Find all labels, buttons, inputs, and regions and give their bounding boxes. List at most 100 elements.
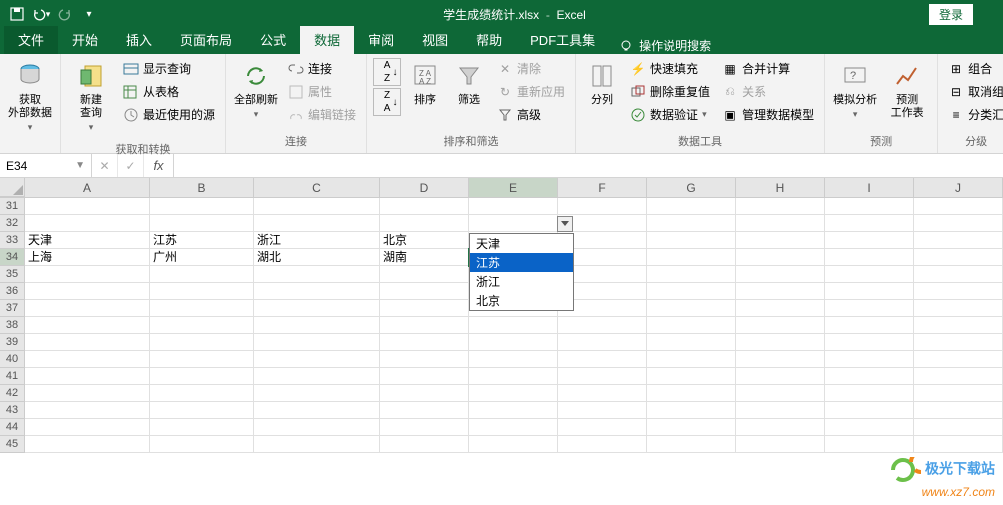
subtotal-button[interactable]: ≡分类汇 — [944, 104, 1003, 125]
cell[interactable] — [25, 266, 150, 283]
relationships-button[interactable]: ⎌关系 — [718, 81, 818, 102]
cell[interactable] — [558, 419, 647, 436]
cell[interactable] — [736, 368, 825, 385]
cell[interactable] — [647, 266, 736, 283]
cell[interactable] — [25, 198, 150, 215]
cell[interactable] — [558, 385, 647, 402]
forecast-sheet-button[interactable]: 预测 工作表 — [883, 58, 931, 122]
validation-dropdown-button[interactable] — [557, 216, 573, 232]
cell[interactable] — [254, 300, 380, 317]
cell[interactable] — [254, 198, 380, 215]
cell[interactable] — [825, 317, 914, 334]
cell[interactable] — [150, 283, 254, 300]
cell[interactable] — [825, 419, 914, 436]
cell[interactable] — [558, 317, 647, 334]
row-header[interactable]: 45 — [0, 436, 25, 453]
cell[interactable] — [647, 351, 736, 368]
validation-dropdown-list[interactable]: 天津 江苏 浙江 北京 — [469, 233, 574, 311]
cell[interactable] — [825, 198, 914, 215]
dropdown-option[interactable]: 江苏 — [470, 253, 573, 272]
cell[interactable]: 湖南 — [380, 249, 469, 266]
row-header[interactable]: 39 — [0, 334, 25, 351]
cell[interactable] — [380, 436, 469, 453]
tab-insert[interactable]: 插入 — [112, 26, 166, 54]
row-header[interactable]: 41 — [0, 368, 25, 385]
chevron-down-icon[interactable]: ▼ — [75, 160, 85, 171]
cell[interactable] — [380, 300, 469, 317]
cell[interactable] — [914, 351, 1003, 368]
cell[interactable] — [647, 334, 736, 351]
cell[interactable] — [647, 402, 736, 419]
row-header[interactable]: 33 — [0, 232, 25, 249]
cell[interactable] — [558, 402, 647, 419]
row-header[interactable]: 31 — [0, 198, 25, 215]
cell[interactable] — [150, 368, 254, 385]
cancel-formula-icon[interactable]: ✕ — [92, 154, 118, 177]
cell[interactable] — [254, 334, 380, 351]
tab-home[interactable]: 开始 — [58, 26, 112, 54]
reapply-button[interactable]: ↻重新应用 — [493, 81, 569, 102]
ungroup-button[interactable]: ⊟取消组 — [944, 81, 1003, 102]
cell[interactable]: 上海 — [25, 249, 150, 266]
cell[interactable] — [914, 249, 1003, 266]
cell[interactable] — [254, 215, 380, 232]
cell[interactable] — [25, 385, 150, 402]
edit-links-button[interactable]: 编辑链接 — [284, 104, 360, 125]
cell[interactable] — [469, 317, 558, 334]
cell[interactable] — [254, 436, 380, 453]
cell[interactable] — [469, 436, 558, 453]
new-query-button[interactable]: 新建 查询▾ — [67, 58, 115, 135]
cell[interactable] — [736, 317, 825, 334]
tab-view[interactable]: 视图 — [408, 26, 462, 54]
col-header[interactable]: B — [150, 178, 254, 197]
col-header[interactable]: F — [558, 178, 647, 197]
cell[interactable] — [825, 334, 914, 351]
cell[interactable] — [825, 402, 914, 419]
cell[interactable] — [380, 266, 469, 283]
cell[interactable] — [380, 419, 469, 436]
dropdown-option[interactable]: 北京 — [470, 291, 573, 310]
cell[interactable] — [558, 436, 647, 453]
dropdown-option[interactable]: 天津 — [470, 234, 573, 253]
cell[interactable] — [254, 317, 380, 334]
cell[interactable] — [736, 402, 825, 419]
cell[interactable] — [380, 283, 469, 300]
cell[interactable] — [825, 436, 914, 453]
cell[interactable] — [150, 300, 254, 317]
cell[interactable] — [558, 368, 647, 385]
text-to-columns-button[interactable]: 分列 — [582, 58, 622, 109]
cell[interactable] — [254, 402, 380, 419]
row-header[interactable]: 34 — [0, 249, 25, 266]
select-all-corner[interactable] — [0, 178, 25, 197]
cell[interactable] — [736, 283, 825, 300]
cell[interactable] — [647, 198, 736, 215]
tab-pdf-tools[interactable]: PDF工具集 — [516, 26, 609, 54]
cell[interactable] — [647, 419, 736, 436]
cell[interactable] — [647, 249, 736, 266]
row-header[interactable]: 40 — [0, 351, 25, 368]
cell[interactable] — [150, 215, 254, 232]
row-header[interactable]: 44 — [0, 419, 25, 436]
cell[interactable] — [914, 283, 1003, 300]
cell[interactable] — [150, 402, 254, 419]
sort-button[interactable]: Z AA Z 排序 — [405, 58, 445, 109]
cell[interactable] — [914, 419, 1003, 436]
cell[interactable] — [914, 317, 1003, 334]
cell[interactable] — [469, 368, 558, 385]
cell[interactable]: 北京 — [380, 232, 469, 249]
cell[interactable] — [380, 215, 469, 232]
fx-icon[interactable]: fx — [144, 154, 174, 177]
recent-sources-button[interactable]: 最近使用的源 — [119, 104, 219, 125]
cell[interactable] — [380, 385, 469, 402]
cell[interactable] — [150, 317, 254, 334]
remove-duplicates-button[interactable]: 删除重复值 — [626, 81, 714, 102]
cell[interactable] — [736, 215, 825, 232]
cell[interactable] — [150, 334, 254, 351]
formula-input[interactable] — [174, 154, 1003, 177]
cell[interactable] — [736, 266, 825, 283]
cell[interactable] — [736, 198, 825, 215]
cell[interactable] — [647, 300, 736, 317]
cell[interactable]: 浙江 — [254, 232, 380, 249]
cell[interactable] — [736, 300, 825, 317]
cell[interactable] — [150, 198, 254, 215]
